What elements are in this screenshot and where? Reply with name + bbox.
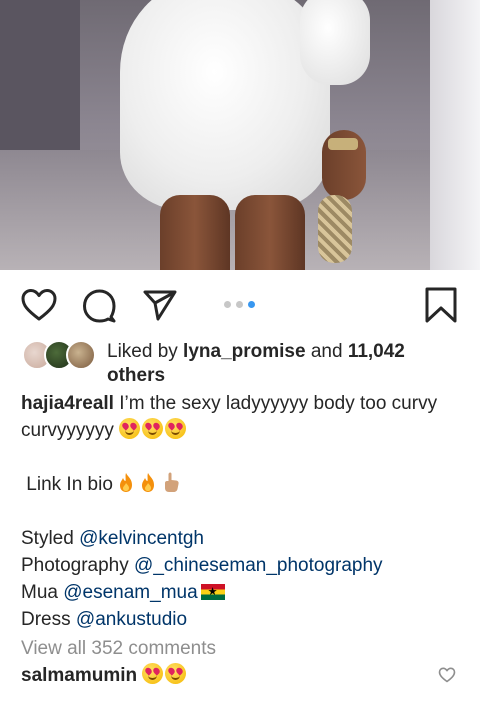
link-in-bio-text: Link In bio: [26, 474, 119, 495]
background-wall: [0, 0, 80, 150]
comment-row: salmamumin: [0, 662, 480, 689]
likes-others[interactable]: others: [107, 365, 165, 386]
send-icon[interactable]: [142, 288, 178, 322]
avatar: [66, 340, 96, 370]
caption-text-line: hajia4reall I’m the sexy ladyyyyyy body …: [21, 390, 459, 444]
comment-like-icon[interactable]: [438, 667, 456, 683]
clutch-purse: [318, 195, 352, 263]
liker-username[interactable]: lyna_promise: [183, 341, 306, 362]
post-image[interactable]: [0, 0, 480, 270]
post-caption: hajia4reall I’m the sexy ladyyyyyy body …: [0, 390, 480, 633]
likes-prefix: Liked by: [107, 341, 184, 362]
carousel-indicator: [224, 301, 255, 308]
leg-left: [160, 195, 230, 270]
leg-right: [235, 195, 305, 270]
credit-dress: Dress @ankustudio: [21, 606, 459, 633]
credit-label: Photography: [21, 555, 135, 576]
credit-label: Dress: [21, 609, 76, 630]
likes-row[interactable]: Liked by lyna_promise and 11,042 others: [0, 338, 480, 390]
heart-eyes-emoji: [165, 663, 187, 684]
mention-link[interactable]: @_chineseman_photography: [134, 555, 383, 576]
dress-sleeve: [300, 0, 370, 85]
heart-eyes-emoji: [165, 418, 187, 439]
caption-link-in-bio: Link In bio: [21, 471, 459, 498]
pointing-hand-emoji: [165, 472, 179, 492]
heart-eyes-emoji: [119, 418, 141, 439]
action-bar: [0, 270, 480, 338]
carousel-dot: [236, 301, 243, 308]
credit-mua: Mua @esenam_mua: [21, 579, 459, 606]
comment-icon[interactable]: [81, 288, 117, 324]
view-all-comments-link[interactable]: View all 352 comments: [0, 635, 480, 662]
liker-avatars: [22, 340, 96, 370]
carousel-dot-active: [248, 301, 255, 308]
comment-username[interactable]: salmamumin: [21, 665, 137, 686]
mention-link[interactable]: @ankustudio: [76, 609, 187, 630]
fire-emoji: [142, 473, 155, 492]
credit-label: Styled: [21, 528, 80, 549]
heart-eyes-emoji: [142, 663, 164, 684]
credit-photography: Photography @_chineseman_photography: [21, 552, 459, 579]
bookmark-icon[interactable]: [424, 286, 458, 324]
heart-eyes-emoji: [142, 418, 164, 439]
heart-icon[interactable]: [20, 288, 58, 322]
likes-text[interactable]: Liked by lyna_promise and 11,042 others: [107, 340, 447, 388]
mention-link[interactable]: @kelvincentgh: [79, 528, 204, 549]
background-door: [430, 0, 480, 270]
likes-middle: and: [305, 341, 348, 362]
credit-label: Mua: [21, 582, 64, 603]
caption-username[interactable]: hajia4reall: [21, 393, 114, 414]
carousel-dot: [224, 301, 231, 308]
fire-emoji: [120, 473, 133, 492]
white-dress: [120, 0, 330, 210]
credit-styled: Styled @kelvincentgh: [21, 525, 459, 552]
wrist-watch: [328, 138, 358, 150]
likes-count[interactable]: 11,042: [348, 341, 405, 362]
mention-link[interactable]: @esenam_mua: [63, 582, 197, 603]
ghana-flag-emoji: [200, 584, 225, 600]
